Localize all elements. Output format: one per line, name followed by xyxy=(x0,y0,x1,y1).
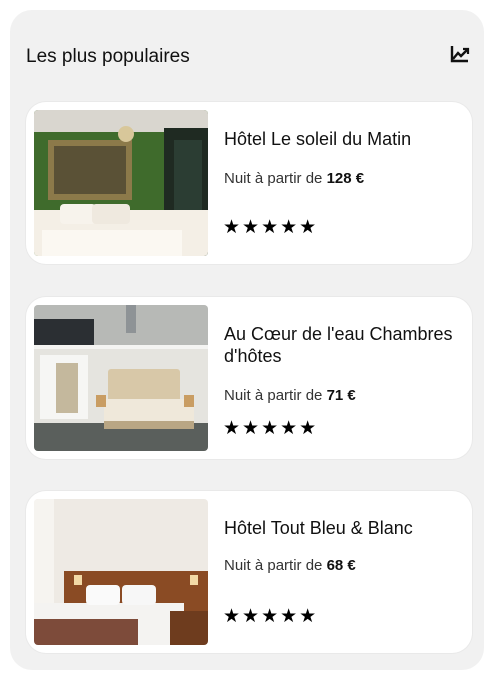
star-rating: ★★★★★ xyxy=(223,606,319,627)
hotel-photo[interactable] xyxy=(34,499,208,645)
section-title: Les plus populaires xyxy=(26,46,190,67)
star-rating: ★★★★★ xyxy=(223,217,319,238)
hotel-photo[interactable] xyxy=(34,110,208,256)
price-prefix: Nuit à partir de xyxy=(224,557,323,574)
price-prefix: Nuit à partir de xyxy=(224,170,323,187)
hotel-price: Nuit à partir de 68 € xyxy=(224,557,356,574)
price-value: 128 € xyxy=(326,170,365,187)
section-header: Les plus populaires xyxy=(26,44,472,74)
hotel-photo[interactable] xyxy=(34,305,208,451)
price-value: 68 € xyxy=(326,557,356,574)
price-prefix: Nuit à partir de xyxy=(224,387,323,404)
popular-hotels-panel: Les plus populaires Hôtel Le soleil du M… xyxy=(10,10,484,670)
hotel-card[interactable]: Hôtel Tout Bleu & Blanc Nuit à partir de… xyxy=(26,491,472,653)
hotel-name[interactable]: Au Cœur de l'eau Chambres d'hôtes xyxy=(224,323,462,367)
hotel-card[interactable]: Au Cœur de l'eau Chambres d'hôtes Nuit à… xyxy=(26,297,472,459)
hotel-name[interactable]: Hôtel Tout Bleu & Blanc xyxy=(224,517,462,539)
hotel-card[interactable]: Hôtel Le soleil du Matin Nuit à partir d… xyxy=(26,102,472,264)
price-value: 71 € xyxy=(326,387,356,404)
hotel-price: Nuit à partir de 128 € xyxy=(224,170,364,187)
trending-chart-icon[interactable] xyxy=(450,44,470,64)
hotel-name[interactable]: Hôtel Le soleil du Matin xyxy=(224,128,462,150)
star-rating: ★★★★★ xyxy=(223,418,319,439)
hotel-price: Nuit à partir de 71 € xyxy=(224,387,356,404)
